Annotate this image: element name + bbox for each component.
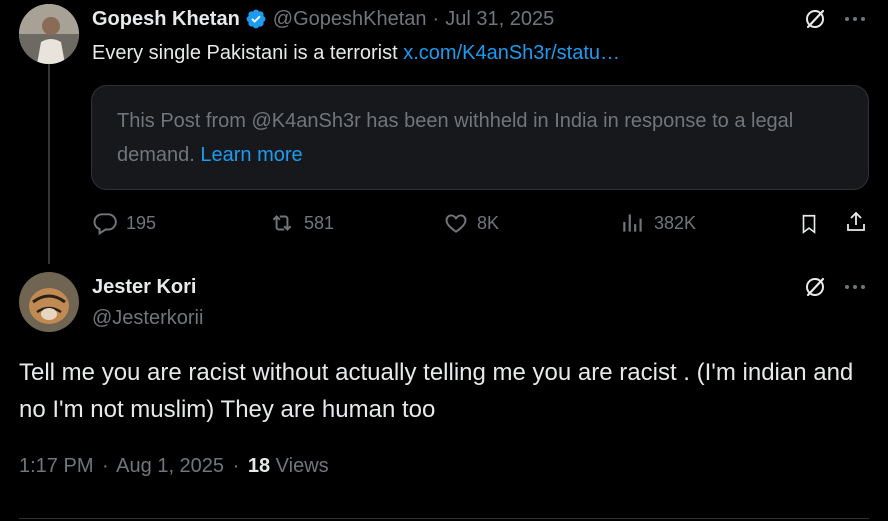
reply-views-count: 18	[247, 455, 271, 477]
like-count: 8K	[477, 212, 500, 233]
reply-more-icon[interactable]	[842, 276, 868, 298]
reply-date[interactable]: Aug 1, 2025	[116, 455, 224, 477]
reply-tweet-text: Tell me you are racist without actually …	[19, 359, 854, 423]
more-icon[interactable]	[842, 8, 868, 30]
withheld-quote-card: This Post from @K4anSh3r has been withhe…	[91, 85, 869, 190]
repost-icon	[272, 215, 292, 231]
parent-author-name[interactable]: Gopesh Khetan	[92, 6, 240, 32]
repost-button[interactable]: 581	[268, 210, 334, 236]
reply-icon	[93, 213, 117, 236]
share-icon[interactable]	[843, 209, 869, 235]
verified-badge-icon	[245, 8, 267, 30]
views-icon	[623, 214, 642, 232]
like-icon	[445, 214, 467, 233]
reply-button[interactable]: 195	[92, 210, 156, 236]
thread-line	[48, 64, 50, 264]
parent-avatar[interactable]	[19, 4, 79, 64]
parent-dot: ·	[432, 8, 440, 30]
reply-dot-1: ·	[102, 455, 109, 477]
reply-time[interactable]: 1:17 PM	[19, 455, 93, 477]
reply-author-name[interactable]: Jester Kori	[92, 274, 197, 300]
views-count: 382K	[654, 212, 697, 233]
views-button[interactable]: 382K	[620, 210, 696, 236]
reply-views-label: Views	[275, 455, 329, 477]
parent-date[interactable]: Jul 31, 2025	[445, 6, 554, 32]
reply-handle[interactable]: @Jesterkorii	[92, 305, 203, 331]
reply-count: 195	[126, 212, 157, 233]
parent-tweet-text: Every single Pakistani is a terrorist	[92, 42, 398, 64]
parent-handle[interactable]: @GopeshKhetan	[273, 6, 427, 32]
reply-grok-icon[interactable]	[802, 274, 828, 300]
like-button[interactable]: 8K	[443, 210, 499, 236]
learn-more-link[interactable]: Learn more	[200, 144, 302, 166]
bookmark-icon[interactable]	[796, 211, 822, 237]
grok-icon[interactable]	[802, 6, 828, 32]
reply-dot-2: ·	[232, 455, 240, 477]
reply-avatar[interactable]	[19, 272, 79, 332]
parent-avatar-image	[19, 4, 79, 64]
bottom-divider	[19, 518, 869, 519]
parent-tweet-link[interactable]: x.com/K4anSh3r/statu…	[403, 42, 620, 64]
reply-avatar-image	[19, 272, 79, 332]
repost-count: 581	[304, 212, 335, 233]
